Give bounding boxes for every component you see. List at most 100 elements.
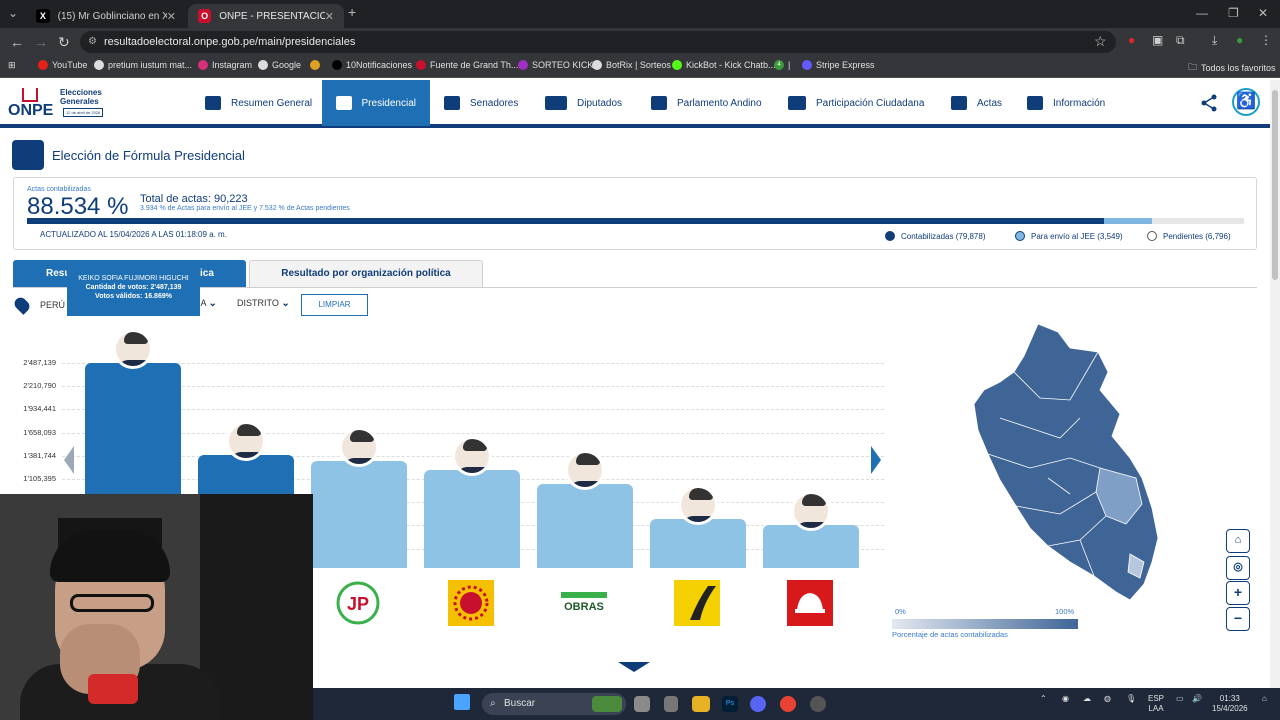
candidate-photo[interactable] xyxy=(791,490,831,531)
filter-peru[interactable]: PERÚ xyxy=(40,300,65,310)
map-globe-button[interactable]: ◎ xyxy=(1226,556,1250,580)
chart-prev-arrow-icon[interactable] xyxy=(64,446,74,474)
app-icon[interactable] xyxy=(664,696,678,712)
tray-app-icon[interactable]: ◍ xyxy=(1104,694,1111,704)
scrollbar-thumb[interactable] xyxy=(1272,90,1278,280)
party-logo-obras[interactable]: OBRAS xyxy=(561,580,607,626)
widget-icon[interactable] xyxy=(592,696,622,712)
tab-list-icon[interactable]: ⌄ xyxy=(8,6,18,20)
extension-icon[interactable]: ● xyxy=(1128,33,1135,47)
candidate-bar[interactable] xyxy=(650,518,746,568)
progress-contabilizadas xyxy=(27,218,1105,224)
party-logo-jp[interactable]: JP xyxy=(335,580,381,626)
tray-cloud-icon[interactable]: ☁ xyxy=(1083,694,1091,704)
candidate-bar[interactable] xyxy=(763,524,859,568)
share-icon[interactable] xyxy=(1200,94,1218,112)
bookmark-fuente[interactable]: Fuente de Grand Th... xyxy=(416,60,518,70)
candidate-photo[interactable] xyxy=(678,484,718,525)
profile-avatar[interactable]: ● xyxy=(1236,33,1243,47)
menu-icon[interactable]: ⋮ xyxy=(1260,33,1272,47)
browser-tab-onpe[interactable]: O ONPE - PRESENTACIÓN DE RES ✕ xyxy=(188,4,344,28)
task-view-icon[interactable] xyxy=(634,696,650,712)
forward-icon[interactable]: → xyxy=(34,34,48,50)
nav-resumen-general[interactable]: Resumen General xyxy=(205,80,312,126)
bookmark-instagram[interactable]: Instagram xyxy=(198,60,252,70)
close-icon[interactable]: ✕ xyxy=(325,10,334,23)
map-home-button[interactable]: ⌂ xyxy=(1226,529,1250,553)
nav-informacion[interactable]: Información xyxy=(1027,80,1105,126)
windows-start-icon[interactable] xyxy=(454,694,470,710)
notification-icon[interactable]: ⌂ xyxy=(1262,694,1267,704)
all-favorites[interactable]: 🗀 Todos los favoritos xyxy=(1188,60,1276,76)
map-zoom-in-button[interactable]: + xyxy=(1226,581,1250,605)
tray-mic-icon[interactable]: 🎙 xyxy=(1126,694,1136,704)
candidate-photo[interactable] xyxy=(113,329,153,369)
app-icon[interactable] xyxy=(810,696,826,712)
close-icon[interactable]: ✕ xyxy=(167,10,176,23)
tray-chevron-icon[interactable]: ⌃ xyxy=(1040,694,1047,704)
bookmark-extra[interactable] xyxy=(310,60,324,70)
extension-icon[interactable]: ▣ xyxy=(1152,33,1163,47)
candidate-photo[interactable] xyxy=(452,435,492,476)
bookmark-stripe[interactable]: Stripe Express xyxy=(802,60,875,70)
nav-participacion[interactable]: Participación Ciudadana xyxy=(788,80,924,126)
page-scrollbar[interactable] xyxy=(1270,80,1280,688)
nav-presidencial[interactable]: Presidencial xyxy=(322,80,430,126)
photoshop-icon[interactable]: Ps xyxy=(722,696,738,712)
bookmark-google[interactable]: Google xyxy=(258,60,301,70)
tab-resultado-organizacion[interactable]: Resultado por organización política xyxy=(249,260,483,288)
url-input[interactable]: ⚙ resultadoelectoral.onpe.gob.pe/main/pr… xyxy=(80,31,1116,53)
chrome-icon[interactable] xyxy=(780,696,796,712)
party-logo-sun[interactable] xyxy=(448,580,494,626)
file-explorer-icon[interactable] xyxy=(692,696,710,712)
candidate-bar[interactable] xyxy=(311,461,407,568)
nav-diputados[interactable]: Diputados xyxy=(545,80,622,126)
chart-next-arrow-icon[interactable] xyxy=(871,446,881,474)
clock[interactable]: 01:33 15/4/2026 xyxy=(1212,694,1248,714)
filter-distrito[interactable]: DISTRITO ⌄ xyxy=(237,298,290,309)
nav-label: Presidencial xyxy=(361,97,416,109)
minimize-icon[interactable]: — xyxy=(1196,6,1208,20)
nav-actas[interactable]: Actas xyxy=(951,80,1002,126)
progress-jee xyxy=(1104,218,1153,224)
download-icon[interactable]: ⤓ xyxy=(1212,33,1217,48)
bookmark-star-icon[interactable]: ☆ xyxy=(1094,33,1107,50)
bookmark-kickbot[interactable]: KickBot - Kick Chatb... xyxy=(672,60,776,70)
apps-icon[interactable]: ⊞ xyxy=(8,60,16,71)
volume-icon[interactable]: 🔊 xyxy=(1192,694,1202,704)
nav-senadores[interactable]: Senadores xyxy=(444,80,518,126)
restore-icon[interactable]: ❐ xyxy=(1228,6,1239,20)
candidate-bar[interactable] xyxy=(537,483,633,568)
discord-icon[interactable] xyxy=(750,696,766,712)
filter-provincia[interactable]: IA ⌄ xyxy=(198,298,217,309)
party-logo-road[interactable] xyxy=(674,580,720,626)
browser-tab-x[interactable]: X (15) Mr Goblinciano en X: "Vuel ✕ xyxy=(26,4,186,28)
bookmark-youtube[interactable]: YouTube xyxy=(38,60,87,70)
back-icon[interactable]: ← xyxy=(10,34,24,50)
extensions-icon[interactable]: ⧉ xyxy=(1176,33,1185,48)
candidate-photo[interactable] xyxy=(565,449,605,490)
bookmark-botrix[interactable]: BotRix | Sorteos xyxy=(592,60,671,70)
new-tab-button[interactable]: + xyxy=(348,4,356,20)
bookmark-pretium[interactable]: pretium iustum mat... xyxy=(94,60,192,70)
close-window-icon[interactable]: ✕ xyxy=(1258,6,1268,20)
tray-app-icon[interactable]: ◉ xyxy=(1062,694,1069,704)
peru-map[interactable] xyxy=(930,318,1180,608)
language-indicator[interactable]: ESP LAA xyxy=(1148,694,1164,714)
network-icon[interactable]: ▭ xyxy=(1176,694,1184,704)
site-info-icon[interactable]: ⚙ xyxy=(88,31,97,53)
bookmark-sorteo-kick[interactable]: SORTEO KICK xyxy=(518,60,593,70)
nav-parlamento-andino[interactable]: Parlamento Andino xyxy=(651,80,762,126)
bookmark-folder-count[interactable]: 4 | xyxy=(774,60,790,70)
candidate-photo[interactable] xyxy=(226,421,266,462)
party-logo-helmet[interactable] xyxy=(787,580,833,626)
reload-icon[interactable]: ↻ xyxy=(58,34,70,51)
x-icon xyxy=(332,60,342,70)
map-zoom-out-button[interactable]: − xyxy=(1226,607,1250,631)
scroll-down-arrow-icon[interactable] xyxy=(618,662,650,672)
accessibility-icon[interactable]: ♿ xyxy=(1232,88,1260,116)
candidate-photo[interactable] xyxy=(339,427,379,468)
bookmark-10notificaciones[interactable]: 10Notificaciones xyxy=(332,60,412,70)
limpiar-button[interactable]: LIMPIAR xyxy=(301,294,368,316)
candidate-bar[interactable] xyxy=(424,469,520,568)
